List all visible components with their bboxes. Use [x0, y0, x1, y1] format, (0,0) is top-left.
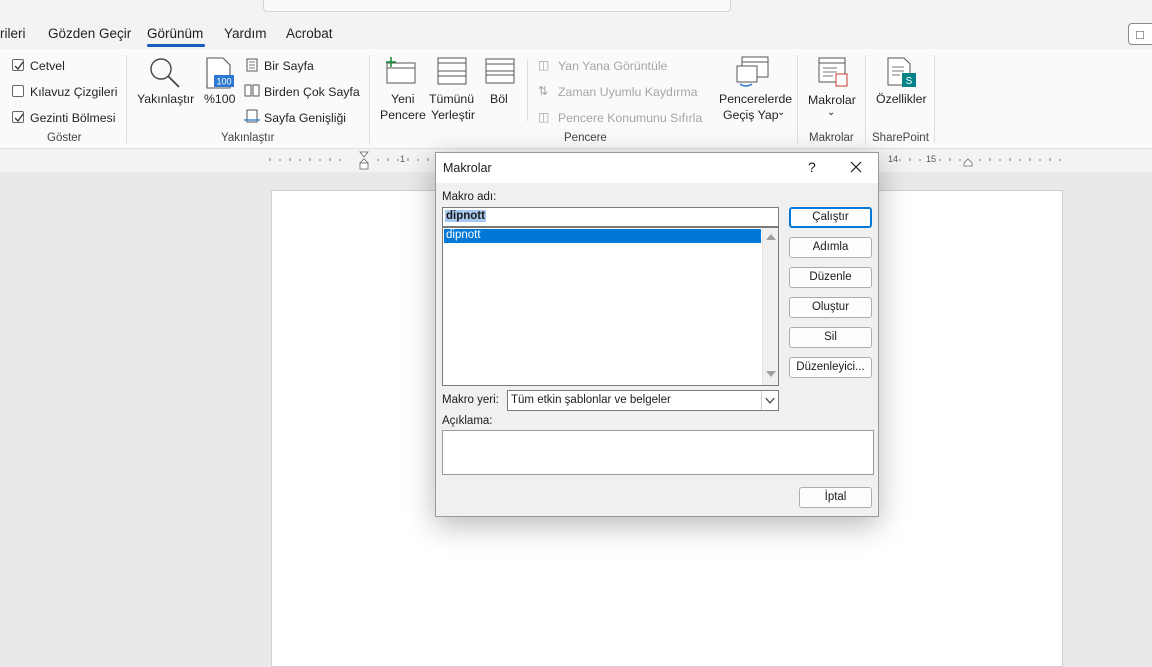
description-box: [442, 430, 874, 475]
split-label[interactable]: Böl: [490, 92, 508, 106]
ribbon: Cetvel Kılavuz Çizgileri Gezinti Bölmesi…: [0, 49, 1152, 149]
chevron-down-icon[interactable]: ⌄: [777, 107, 785, 118]
macro-name-value: dipnott: [445, 210, 486, 222]
subgroup-divider: [527, 59, 528, 121]
reset-position-icon: ◫: [538, 110, 550, 124]
group-divider: [865, 55, 866, 143]
page-width-button[interactable]: Sayfa Genişliği: [264, 111, 346, 125]
sync-scroll-button[interactable]: Zaman Uyumlu Kaydırma: [558, 85, 697, 99]
gridlines-label[interactable]: Kılavuz Çizgileri: [30, 85, 117, 99]
comment-icon: □: [1136, 27, 1144, 42]
ruler-checkbox[interactable]: [12, 59, 24, 71]
group-divider: [126, 55, 127, 143]
switch-windows-label-1[interactable]: Pencerelerde: [719, 92, 792, 106]
group-label-pencere: Pencere: [564, 132, 607, 144]
close-icon[interactable]: [848, 159, 864, 175]
group-divider: [797, 55, 798, 143]
new-window-label-1[interactable]: Yeni: [391, 92, 414, 106]
group-label-makrolar: Makrolar: [809, 132, 854, 144]
properties-icon[interactable]: S: [886, 57, 918, 89]
tab-yardim[interactable]: Yardım: [224, 26, 267, 41]
macro-list[interactable]: dipnott: [442, 227, 779, 386]
list-item-label: dipnott: [446, 229, 481, 241]
scroll-up-icon[interactable]: [766, 234, 776, 240]
macro-location-select[interactable]: Tüm etkin şablonlar ve belgeler: [507, 390, 779, 411]
group-label-sharepoint: SharePoint: [872, 132, 929, 144]
organizer-button[interactable]: Düzenleyici...: [789, 357, 872, 378]
ruler-label-14: 14: [888, 154, 899, 164]
active-tab-indicator: [147, 44, 205, 47]
dialog-title: Makrolar: [443, 161, 492, 175]
run-button[interactable]: Çalıştır: [789, 207, 872, 228]
arrange-all-label-2[interactable]: Yerleştir: [431, 108, 475, 122]
macro-location-label: Makro yeri:: [442, 394, 499, 406]
macros-icon[interactable]: [817, 56, 849, 88]
step-into-button[interactable]: Adımla: [789, 237, 872, 258]
chevron-down-icon[interactable]: [761, 391, 778, 410]
help-button[interactable]: ?: [808, 159, 816, 175]
side-by-side-icon: ◫: [538, 58, 550, 72]
macros-button-label[interactable]: Makrolar: [808, 93, 856, 107]
create-button[interactable]: Oluştur: [789, 297, 872, 318]
new-window-icon[interactable]: [385, 57, 417, 85]
split-icon[interactable]: [485, 58, 515, 84]
navigation-pane-checkbox[interactable]: [12, 111, 24, 123]
arrange-all-label-1[interactable]: Tümünü: [429, 92, 474, 106]
description-label: Açıklama:: [442, 415, 493, 427]
search-box[interactable]: [263, 0, 731, 12]
switch-windows-icon[interactable]: [736, 56, 770, 88]
arrange-all-icon[interactable]: [437, 57, 467, 85]
zoom-button-label[interactable]: Yakınlaştır: [137, 92, 194, 106]
edit-button[interactable]: Düzenle: [789, 267, 872, 288]
one-page-icon: [246, 58, 258, 72]
one-page-button[interactable]: Bir Sayfa: [264, 59, 314, 73]
tab-gozden-gecir[interactable]: Gözden Geçir: [48, 26, 131, 41]
list-item[interactable]: dipnott: [444, 229, 761, 243]
scroll-down-icon[interactable]: [766, 371, 776, 377]
svg-text:S: S: [906, 76, 913, 87]
sync-scroll-icon: ⇅: [538, 84, 549, 98]
zoom-100-label[interactable]: %100: [204, 92, 235, 106]
ruler-label-15: 15: [926, 154, 937, 164]
ruler-label-1: 1: [400, 154, 406, 164]
zoom-100-badge: 100: [216, 77, 231, 87]
magnifier-icon[interactable]: [148, 56, 182, 90]
cancel-button[interactable]: İptal: [799, 487, 872, 508]
macros-dialog: Makrolar ? Makro adı: dipnott dipnott Ma…: [435, 152, 879, 517]
macro-location-value: Tüm etkin şablonlar ve belgeler: [511, 394, 671, 406]
tab-acrobat[interactable]: Acrobat: [286, 26, 333, 41]
navigation-pane-label[interactable]: Gezinti Bölmesi: [30, 111, 115, 125]
zoom-100-icon[interactable]: 100: [205, 57, 235, 89]
list-scrollbar[interactable]: [762, 228, 778, 385]
page-width-icon: [244, 109, 260, 123]
comments-button[interactable]: □: [1128, 23, 1152, 45]
group-divider: [369, 55, 370, 143]
group-divider: [934, 55, 935, 143]
tab-basvurular[interactable]: rileri: [0, 26, 26, 41]
side-by-side-button[interactable]: Yan Yana Görüntüle: [558, 59, 667, 73]
new-window-label-2[interactable]: Pencere: [380, 108, 426, 122]
group-label-goster: Göster: [47, 132, 82, 144]
multiple-pages-icon: [244, 84, 260, 97]
macro-name-input[interactable]: dipnott: [442, 207, 779, 227]
multiple-pages-button[interactable]: Birden Çok Sayfa: [264, 85, 360, 99]
switch-windows-label-2[interactable]: Geçiş Yap: [723, 108, 779, 122]
delete-button[interactable]: Sil: [789, 327, 872, 348]
macro-name-label: Makro adı:: [442, 191, 497, 203]
tab-gorunum[interactable]: Görünüm: [147, 26, 203, 41]
group-label-yakinlastir: Yakınlaştır: [221, 132, 275, 144]
ruler-label[interactable]: Cetvel: [30, 59, 65, 73]
properties-button-label[interactable]: Özellikler: [876, 92, 927, 106]
chevron-down-icon[interactable]: ⌄: [827, 107, 835, 118]
reset-position-button[interactable]: Pencere Konumunu Sıfırla: [558, 111, 702, 125]
dialog-titlebar[interactable]: Makrolar ?: [436, 153, 878, 183]
gridlines-checkbox[interactable]: [12, 85, 24, 97]
